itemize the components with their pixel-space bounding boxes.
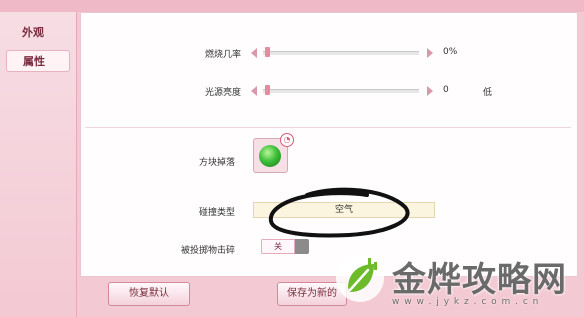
collision-type-label: 碰撞类型 [198, 208, 235, 218]
properties-panel: 燃烧几率 0% 光源亮度 0 低 方块掉落 ◔ 碰撞类型 空气 被投掷物击碎 关 [80, 12, 578, 277]
block-drop-slot[interactable]: ◔ [253, 133, 294, 173]
light-brightness-slider-thumb[interactable] [265, 85, 270, 95]
burn-rate-label: 燃烧几率 [204, 50, 241, 60]
collision-type-field[interactable]: 空气 [253, 202, 435, 218]
burn-rate-slider-thumb[interactable] [265, 47, 270, 57]
burn-rate-value: 0% [443, 47, 458, 57]
tab-appearance[interactable]: 外观 [6, 22, 70, 44]
burn-rate-increase-icon[interactable] [427, 48, 433, 58]
tab-properties[interactable]: 属性 [6, 50, 70, 72]
projectile-break-label: 被投掷物击碎 [180, 246, 235, 256]
reset-defaults-button[interactable]: 恢复默认 [108, 282, 190, 306]
watermark-url: w w w . j y k z . c o m . c n [392, 297, 540, 307]
projectile-break-toggle[interactable]: 关 [261, 239, 309, 254]
sidebar: 外观 属性 [0, 12, 77, 317]
pie-badge-icon[interactable]: ◔ [280, 133, 294, 147]
watermark-title: 金烨攻略网 [392, 260, 567, 300]
light-brightness-level: 低 [483, 88, 493, 98]
light-brightness-increase-icon[interactable] [427, 86, 433, 96]
green-orb-icon [259, 145, 281, 167]
burn-rate-decrease-icon[interactable] [251, 48, 257, 58]
light-brightness-decrease-icon[interactable] [251, 86, 257, 96]
block-drop-label: 方块掉落 [198, 158, 235, 168]
light-brightness-slider-track[interactable] [263, 89, 419, 93]
section-divider [85, 127, 571, 128]
light-brightness-value: 0 [443, 85, 449, 95]
leaf-plug-icon [336, 254, 384, 302]
window-top-bar [0, 0, 584, 12]
watermark: 金烨攻略网 w w w . j y k z . c o m . c n [330, 250, 584, 317]
toggle-knob: 关 [261, 239, 295, 254]
light-brightness-label: 光源亮度 [204, 88, 241, 98]
burn-rate-slider-track[interactable] [263, 51, 419, 55]
